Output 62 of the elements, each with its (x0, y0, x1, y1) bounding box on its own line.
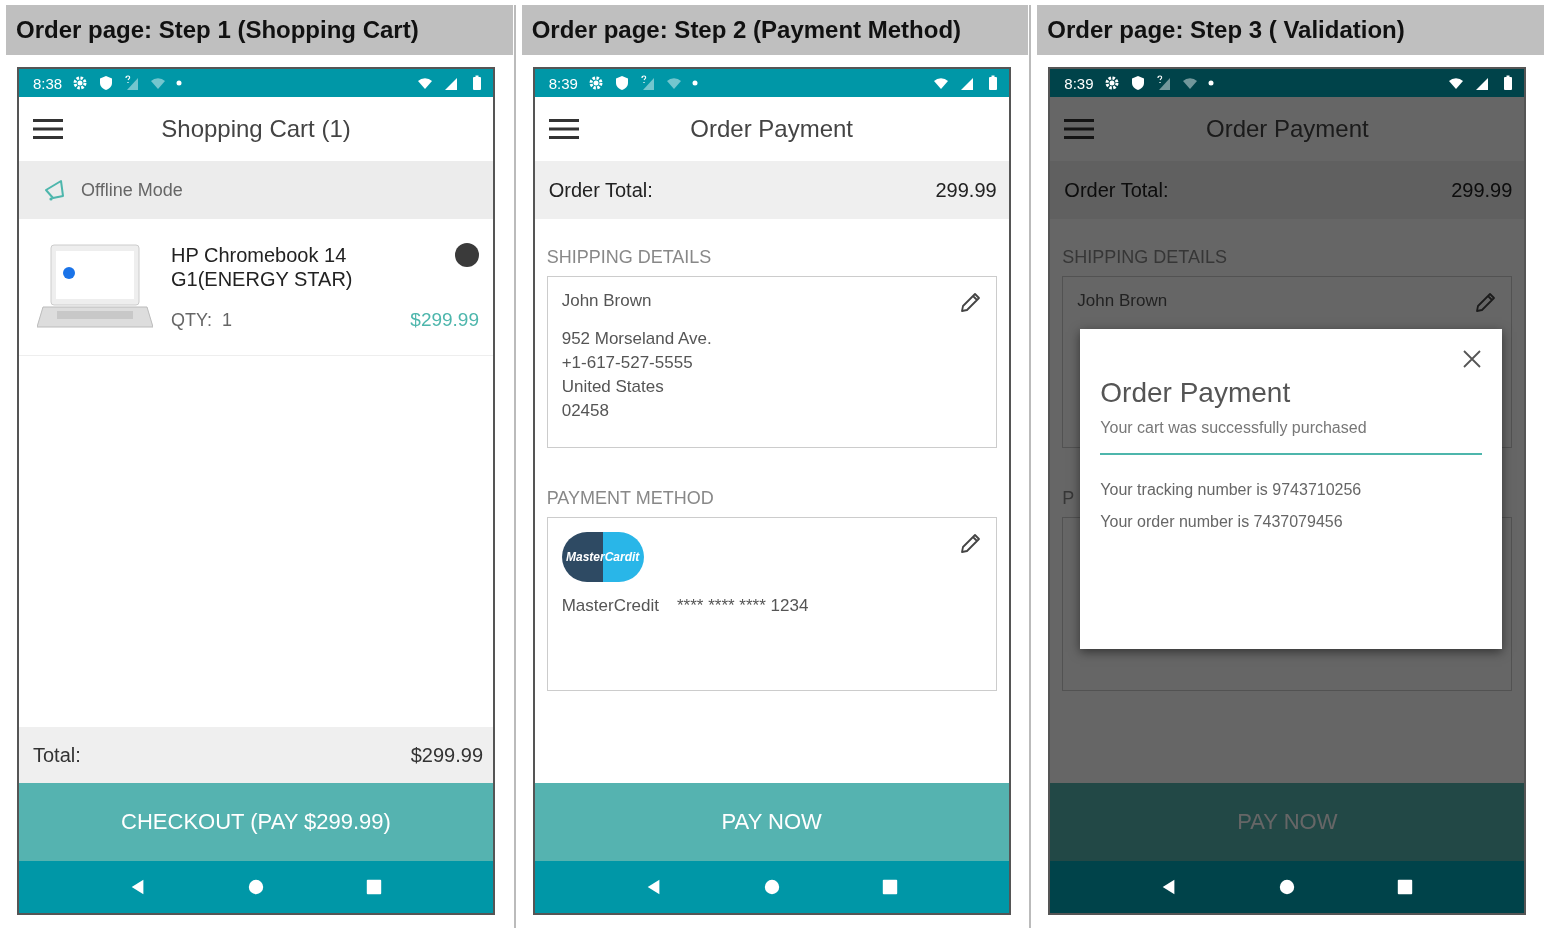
screen-title: Shopping Cart (1) (161, 115, 351, 143)
pay-button[interactable]: PAY NOW (1050, 783, 1525, 861)
recipient-name: John Brown (1077, 291, 1168, 311)
address-line: United States (561, 377, 664, 397)
recents-icon[interactable] (1396, 878, 1415, 896)
dialog-title: Order Payment (1100, 377, 1291, 409)
section-heading: PAYMENT METHOD (546, 488, 714, 509)
total-label: Total: (33, 743, 81, 767)
status-time: 8:38 (33, 74, 63, 92)
order-total-label: Order Total: (548, 178, 653, 202)
quantity-value: 1 (222, 309, 233, 331)
card-logo: MasterCardit (561, 532, 644, 582)
menu-icon[interactable] (33, 118, 63, 140)
gear-icon (587, 75, 604, 91)
signal-icon (639, 75, 656, 91)
status-time: 8:39 (1064, 74, 1094, 92)
notification-dot-icon (176, 80, 183, 86)
order-total-value: 299.99 (935, 178, 997, 202)
signal-icon (124, 75, 141, 91)
recipient-name: John Brown (561, 291, 652, 311)
dialog-subtitle: Your cart was successfully purchased (1100, 419, 1367, 437)
product-price: $299.99 (410, 309, 479, 331)
dialog-text: Your tracking number is 9743710256 (1100, 481, 1362, 499)
shield-icon (1129, 75, 1146, 91)
wifi-icon (150, 75, 167, 91)
shield-icon (98, 75, 115, 91)
shield-icon (613, 75, 630, 91)
pay-button[interactable]: CHECKOUT (PAY $299.99) (19, 783, 493, 861)
gear-icon (72, 75, 89, 91)
wifi-icon (417, 75, 433, 91)
screen-title: Order Payment (1205, 115, 1369, 143)
order-total-label: Order Total: (1064, 178, 1169, 202)
gear-icon (1103, 75, 1120, 91)
pay-button[interactable]: PAY NOW (534, 783, 1009, 861)
home-icon[interactable] (1278, 878, 1297, 896)
status-time: 8:39 (548, 74, 578, 92)
order-total-value: 299.99 (1451, 178, 1513, 202)
address-line: +1-617-527-5555 (561, 353, 693, 373)
dialog-text: Your order number is 7437079456 (1100, 513, 1343, 531)
notification-dot-icon (1207, 80, 1214, 86)
wifi-icon (1448, 75, 1465, 91)
signal-icon (1155, 75, 1172, 91)
wifi-icon (665, 75, 682, 91)
card-name: MasterCredit (561, 596, 659, 616)
card-number: **** **** **** 1234 (677, 596, 809, 616)
dot-icon (455, 243, 479, 267)
wifi-icon (932, 75, 949, 91)
wifi-icon (1181, 75, 1198, 91)
notification-dot-icon (691, 80, 698, 86)
step-heading: Order page: Step 1 (Shopping Cart) (6, 5, 513, 55)
address-line: 02458 (561, 401, 609, 421)
step-heading: Order page: Step 3 ( Validation) (1037, 5, 1544, 55)
section-heading: SHIPPING DETAILS (546, 247, 712, 268)
screen-title: Order Payment (690, 115, 854, 143)
total-value: $299.99 (410, 743, 483, 767)
address-line: 952 Morseland Ave. (561, 329, 712, 349)
product-name: HP Chromebook 14 G1(ENERGY STAR) (171, 243, 354, 291)
step-heading: Order page: Step 2 (Payment Method) (521, 5, 1029, 55)
close-icon[interactable] (1462, 349, 1483, 369)
menu-icon[interactable] (548, 118, 579, 140)
offline-mode-label: Offline Mode (81, 179, 183, 201)
quantity-label: QTY: (171, 309, 212, 331)
